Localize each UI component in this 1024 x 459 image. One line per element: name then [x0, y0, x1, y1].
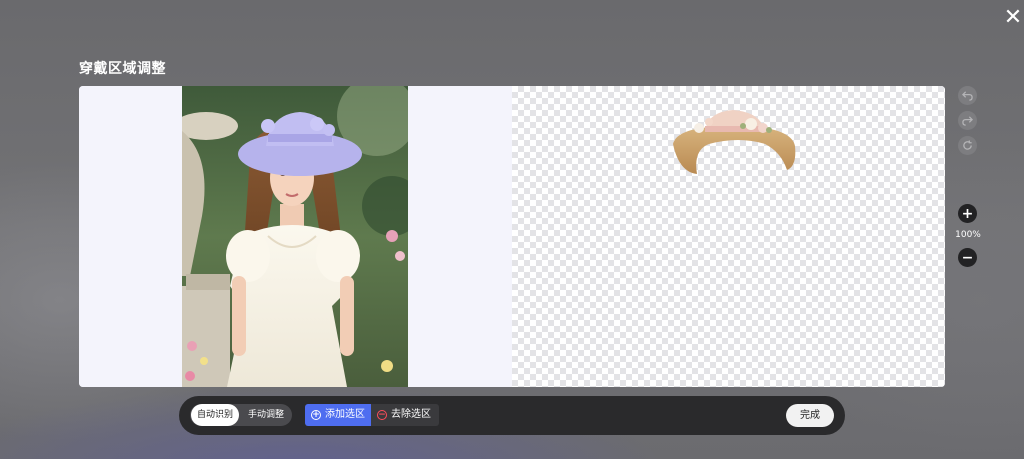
close-icon[interactable]: ✕	[1002, 7, 1024, 30]
bottom-toolbar: 自动识别 手动调整 + 添加选区 − 去除选区 完成	[179, 396, 845, 435]
zoom-in-button[interactable]: +	[958, 204, 977, 223]
result-pane[interactable]	[512, 86, 945, 387]
mode-toggle: 自动识别 手动调整	[190, 404, 292, 426]
plus-icon: +	[961, 205, 974, 222]
add-selection-label: 添加选区	[325, 409, 365, 420]
remove-selection-label: 去除选区	[391, 409, 431, 420]
minus-icon: −	[961, 249, 974, 266]
undo-icon[interactable]	[958, 86, 977, 105]
add-selection-button[interactable]: + 添加选区	[305, 404, 371, 426]
modal-title: 穿戴区域调整	[79, 61, 166, 77]
redo-icon[interactable]	[958, 111, 977, 130]
minus-circle-icon: −	[377, 410, 387, 420]
zoom-level: 100%	[955, 230, 981, 240]
reset-icon[interactable]	[958, 136, 977, 155]
source-pane[interactable]	[79, 86, 512, 387]
model-photo[interactable]	[182, 86, 408, 387]
mode-manual-adjust[interactable]: 手动调整	[242, 404, 290, 426]
done-button[interactable]: 完成	[786, 404, 834, 427]
hat-cutout	[669, 104, 799, 180]
zoom-out-button[interactable]: −	[958, 248, 977, 267]
mode-auto-detect[interactable]: 自动识别	[191, 404, 239, 426]
editor-canvas	[79, 86, 945, 387]
plus-circle-icon: +	[311, 410, 321, 420]
remove-selection-button[interactable]: − 去除选区	[371, 404, 439, 426]
